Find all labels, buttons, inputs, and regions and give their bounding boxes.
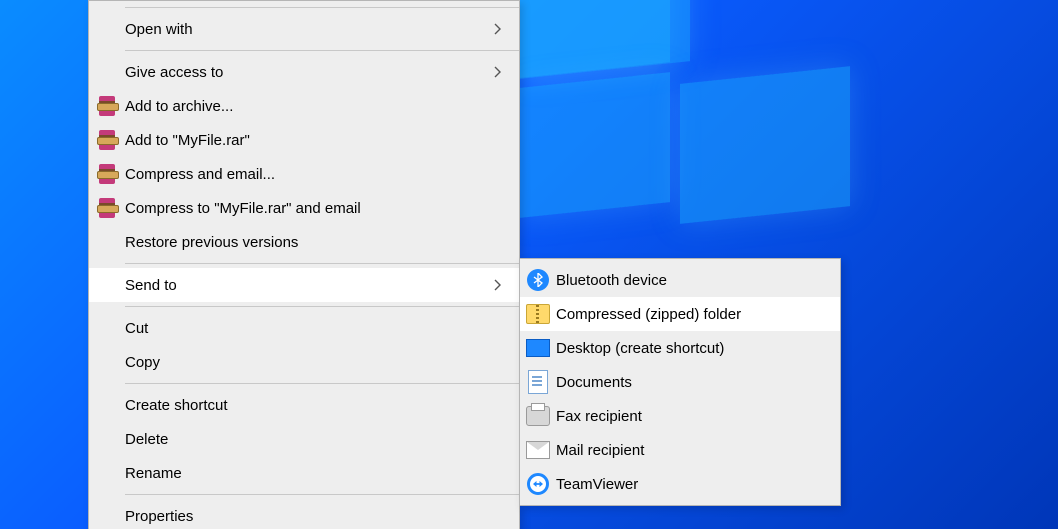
chevron-right-icon — [489, 66, 507, 78]
menu-item-label: Compress to "MyFile.rar" and email — [125, 200, 489, 217]
menu-item-label: Cut — [125, 320, 489, 337]
menu-open-with[interactable]: Open with — [89, 12, 519, 46]
teamviewer-icon — [520, 473, 556, 495]
menu-create-shortcut[interactable]: Create shortcut — [89, 388, 519, 422]
submenu-bluetooth-device[interactable]: Bluetooth device — [520, 263, 840, 297]
windows-logo-decoration — [520, 0, 860, 280]
menu-item-label: Fax recipient — [556, 408, 828, 425]
menu-item-label: Add to archive... — [125, 98, 489, 115]
chevron-right-icon — [489, 279, 507, 291]
menu-add-to-myfile-rar[interactable]: Add to "MyFile.rar" — [89, 123, 519, 157]
menu-item-label: Properties — [125, 508, 489, 525]
menu-item-label: Rename — [125, 465, 489, 482]
submenu-mail-recipient[interactable]: Mail recipient — [520, 433, 840, 467]
menu-item-label: Open with — [125, 21, 489, 38]
mail-icon — [520, 441, 556, 459]
menu-give-access-to[interactable]: Give access to — [89, 55, 519, 89]
winrar-icon — [89, 130, 125, 150]
menu-separator — [125, 7, 519, 8]
menu-compress-to-myfile-and-email[interactable]: Compress to "MyFile.rar" and email — [89, 191, 519, 225]
submenu-documents[interactable]: Documents — [520, 365, 840, 399]
menu-rename[interactable]: Rename — [89, 456, 519, 490]
submenu-compressed-zipped-folder[interactable]: Compressed (zipped) folder — [520, 297, 840, 331]
documents-icon — [520, 370, 556, 394]
menu-item-label: TeamViewer — [556, 476, 828, 493]
send-to-submenu: Bluetooth device Compressed (zipped) fol… — [519, 258, 841, 506]
desktop-icon — [520, 339, 556, 357]
submenu-desktop-create-shortcut[interactable]: Desktop (create shortcut) — [520, 331, 840, 365]
submenu-teamviewer[interactable]: TeamViewer — [520, 467, 840, 501]
menu-item-label: Restore previous versions — [125, 234, 489, 251]
context-menu: Open with Give access to Add to archive.… — [88, 0, 520, 529]
menu-separator — [125, 383, 519, 384]
bluetooth-icon — [520, 269, 556, 291]
menu-properties[interactable]: Properties — [89, 499, 519, 529]
menu-compress-and-email[interactable]: Compress and email... — [89, 157, 519, 191]
menu-cut[interactable]: Cut — [89, 311, 519, 345]
menu-item-label: Create shortcut — [125, 397, 489, 414]
menu-item-label: Mail recipient — [556, 442, 828, 459]
menu-item-label: Documents — [556, 374, 828, 391]
menu-item-label: Send to — [125, 277, 489, 294]
menu-item-label: Compress and email... — [125, 166, 489, 183]
desktop-background: Open with Give access to Add to archive.… — [0, 0, 1058, 529]
menu-add-to-archive[interactable]: Add to archive... — [89, 89, 519, 123]
menu-item-label: Compressed (zipped) folder — [556, 306, 828, 323]
winrar-icon — [89, 164, 125, 184]
menu-item-label: Give access to — [125, 64, 489, 81]
menu-separator — [125, 50, 519, 51]
menu-restore-previous-versions[interactable]: Restore previous versions — [89, 225, 519, 259]
zip-folder-icon — [520, 304, 556, 324]
menu-item-label: Copy — [125, 354, 489, 371]
winrar-icon — [89, 96, 125, 116]
menu-separator — [125, 306, 519, 307]
submenu-fax-recipient[interactable]: Fax recipient — [520, 399, 840, 433]
menu-delete[interactable]: Delete — [89, 422, 519, 456]
menu-separator — [125, 263, 519, 264]
menu-item-label: Delete — [125, 431, 489, 448]
menu-item-label: Add to "MyFile.rar" — [125, 132, 489, 149]
menu-item-label: Bluetooth device — [556, 272, 828, 289]
menu-send-to[interactable]: Send to — [89, 268, 519, 302]
menu-item-label: Desktop (create shortcut) — [556, 340, 828, 357]
fax-icon — [520, 406, 556, 426]
menu-separator — [125, 494, 519, 495]
chevron-right-icon — [489, 23, 507, 35]
menu-copy[interactable]: Copy — [89, 345, 519, 379]
winrar-icon — [89, 198, 125, 218]
